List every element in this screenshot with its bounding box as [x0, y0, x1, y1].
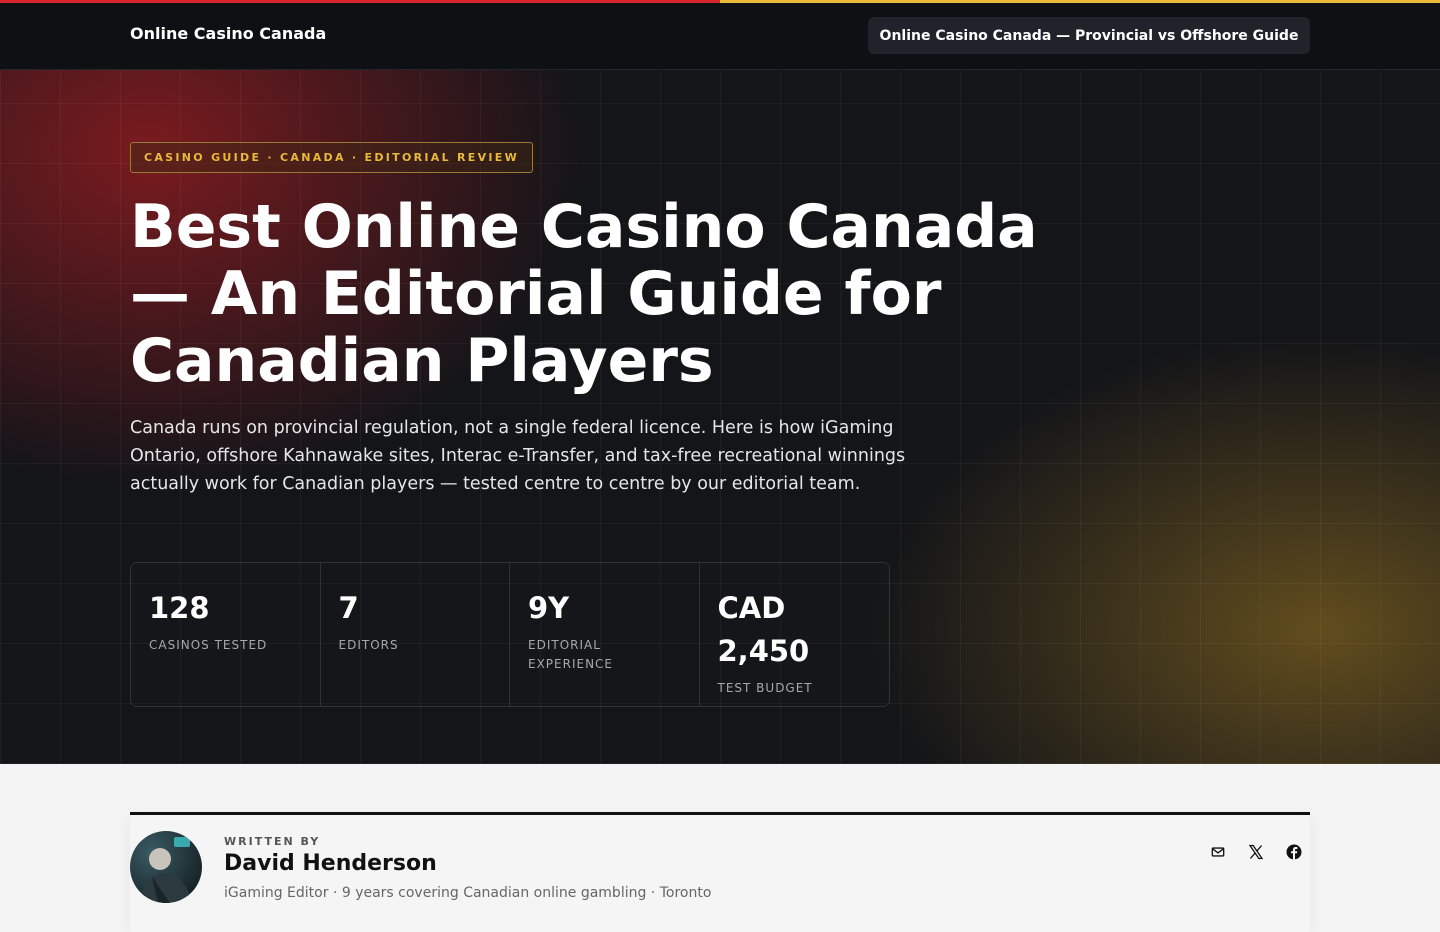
stat-value: 9Y	[528, 591, 570, 625]
accent-stripe-red	[0, 0, 720, 3]
stat-casinos-tested: 128 Casinos tested	[131, 563, 321, 706]
facebook-icon-glyph	[1286, 844, 1302, 860]
stat-editorial-experience: 9Y Editorial experience	[510, 563, 700, 706]
facebook-icon[interactable]	[1283, 841, 1305, 863]
stat-label: Editors	[338, 638, 399, 652]
avatar	[130, 831, 202, 903]
mail-icon[interactable]	[1207, 841, 1229, 863]
category-badge: CASINO GUIDE · CANADA · EDITORIAL REVIEW	[130, 142, 534, 173]
stat-value: CAD 2,450	[717, 591, 810, 668]
author-meta: iGaming Editor · 9 years covering Canadi…	[224, 885, 712, 901]
hero-content: CASINO GUIDE · CANADA · EDITORIAL REVIEW…	[130, 70, 1130, 764]
stat-label: Editorial experience	[528, 638, 614, 671]
author-card: WRITTEN BY David Henderson iGaming Edito…	[130, 812, 1310, 932]
stats-panel: 128 Casinos tested 7 Editors 9Y Editoria…	[130, 562, 890, 707]
stat-value: 7	[338, 591, 359, 625]
guide-title-pill[interactable]: Online Casino Canada — Provincial vs Off…	[868, 17, 1310, 54]
accent-stripe-gold	[720, 0, 1440, 3]
brand-link[interactable]: Online Casino Canada	[130, 24, 326, 43]
stat-value: 128	[149, 591, 210, 625]
stat-editors: 7 Editors	[320, 563, 510, 706]
avatar-photo	[130, 831, 202, 903]
written-by-label: WRITTEN BY	[224, 835, 321, 848]
stat-test-budget: CAD 2,450 Test budget	[699, 563, 889, 706]
stat-label: Casinos tested	[149, 638, 268, 652]
top-navigation-bar: Online Casino Canada Online Casino Canad…	[0, 0, 1440, 70]
hero-section: CASINO GUIDE · CANADA · EDITORIAL REVIEW…	[0, 70, 1440, 764]
author-name[interactable]: David Henderson	[224, 851, 437, 876]
hero-lede: Canada runs on provincial regulation, no…	[130, 418, 906, 494]
x-icon[interactable]	[1245, 841, 1267, 863]
stat-label: Test budget	[717, 681, 813, 695]
x-icon-glyph	[1248, 844, 1264, 860]
page-title: Best Online Casino Canada — An Editorial…	[130, 192, 1038, 396]
mail-icon-glyph	[1211, 847, 1225, 857]
